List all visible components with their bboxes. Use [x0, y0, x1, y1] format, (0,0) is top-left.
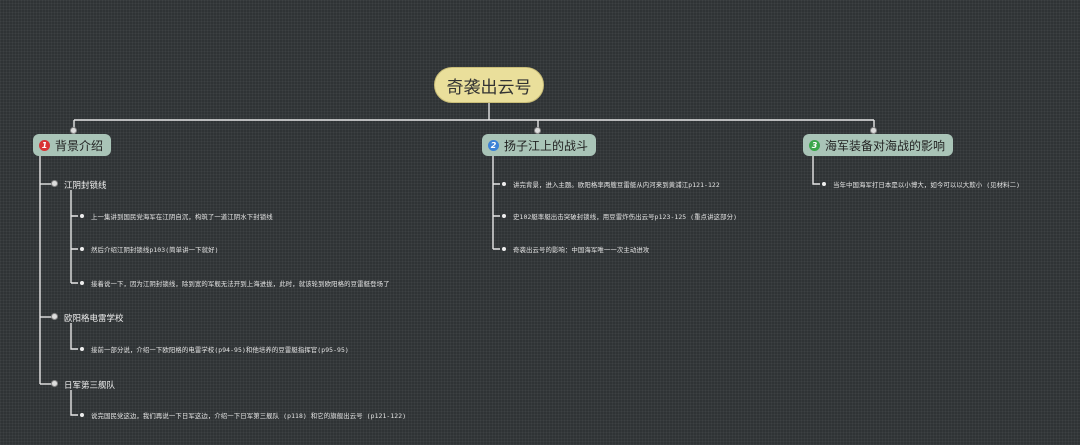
connector-lines: [39, 103, 875, 416]
leaf-bullet: [80, 281, 84, 285]
sub2-leaf-link: [70, 323, 78, 350]
leaf-bullet: [80, 413, 84, 417]
subtopic-3[interactable]: 日军第三舰队: [64, 379, 115, 391]
leaf-text[interactable]: 史102艇率艇出击突破封锁线，用豆雷炸伤出云号p123-125 (重点讲这部分): [513, 212, 737, 221]
leaf-bullet: [80, 347, 84, 351]
branch2-leaf-links: [493, 183, 500, 250]
branch-node-2[interactable]: 2 扬子江上的战斗: [482, 134, 597, 156]
leaf-text[interactable]: 讲完背景，进入主题。欧阳格率两艘豆雷艇从内河来到黄浦江p121-122: [513, 180, 720, 189]
branch-label-1: 背景介绍: [55, 138, 104, 153]
collapse-toggle-branch1[interactable]: [70, 127, 77, 134]
branch-label-3: 海军装备对海战的影响: [825, 138, 946, 153]
subtopic-2[interactable]: 欧阳格电雷学校: [64, 312, 124, 324]
leaf-text[interactable]: 接前一部分说，介绍一下欧阳格的电雷学校(p94-95)和他培养的豆雷艇指挥官(p…: [91, 345, 349, 354]
sub3-leaf-link: [70, 390, 78, 416]
priority-2-icon: 2: [488, 139, 499, 151]
leaf-bullet: [822, 182, 826, 186]
collapse-toggle-sub2[interactable]: [51, 313, 58, 320]
collapse-toggle-sub1[interactable]: [51, 180, 58, 187]
mind-map-canvas: 奇袭出云号 1 背景介绍 2 扬子江上的战斗 3 海军装备对海战的影响 江阴封锁…: [0, 0, 1080, 445]
branch-node-1[interactable]: 1 背景介绍: [33, 134, 112, 156]
priority-1-icon: 1: [39, 139, 50, 151]
sub1-leaf-links: [71, 215, 78, 284]
leaf-bullet: [502, 214, 506, 218]
collapse-toggle-branch3[interactable]: [870, 127, 877, 134]
leaf-bullet: [502, 182, 506, 186]
leaf-text[interactable]: 说完国民党这边，我们再说一下日军这边，介绍一下日军第三舰队 (p118) 和它的…: [91, 411, 406, 420]
root-title: 奇袭出云号: [446, 77, 532, 98]
subtopic-1[interactable]: 江阴封锁线: [64, 179, 107, 191]
branch3-leaf-link: [812, 155, 820, 185]
branch-label-2: 扬子江上的战斗: [504, 138, 589, 153]
leaf-text[interactable]: 接着说一下，因为江阴封锁线，除到宽的军舰无法开到上海进拢，此时，就该轮到欧阳格的…: [91, 279, 390, 288]
leaf-bullet: [80, 214, 84, 218]
branch-node-3[interactable]: 3 海军装备对海战的影响: [803, 134, 954, 156]
leaf-bullet: [80, 247, 84, 251]
collapse-toggle-sub3[interactable]: [51, 380, 58, 387]
leaf-text[interactable]: 当年中国海军打日本是以小博大，如今可以以大欺小 (见材料二): [833, 180, 1020, 189]
leaf-bullet: [502, 247, 506, 251]
leaf-text[interactable]: 奇袭出云号的影响：中国海军唯一一次主动进攻: [513, 245, 649, 254]
leaf-text[interactable]: 然后介绍江阴封锁线p103(简单讲一下就好): [91, 245, 219, 254]
priority-3-icon: 3: [809, 139, 820, 151]
collapse-toggle-branch2[interactable]: [534, 127, 541, 134]
root-node[interactable]: 奇袭出云号: [434, 67, 544, 103]
leaf-text[interactable]: 上一集讲到国民党海军在江阴自沉，构筑了一道江阴水下封锁线: [91, 212, 273, 221]
